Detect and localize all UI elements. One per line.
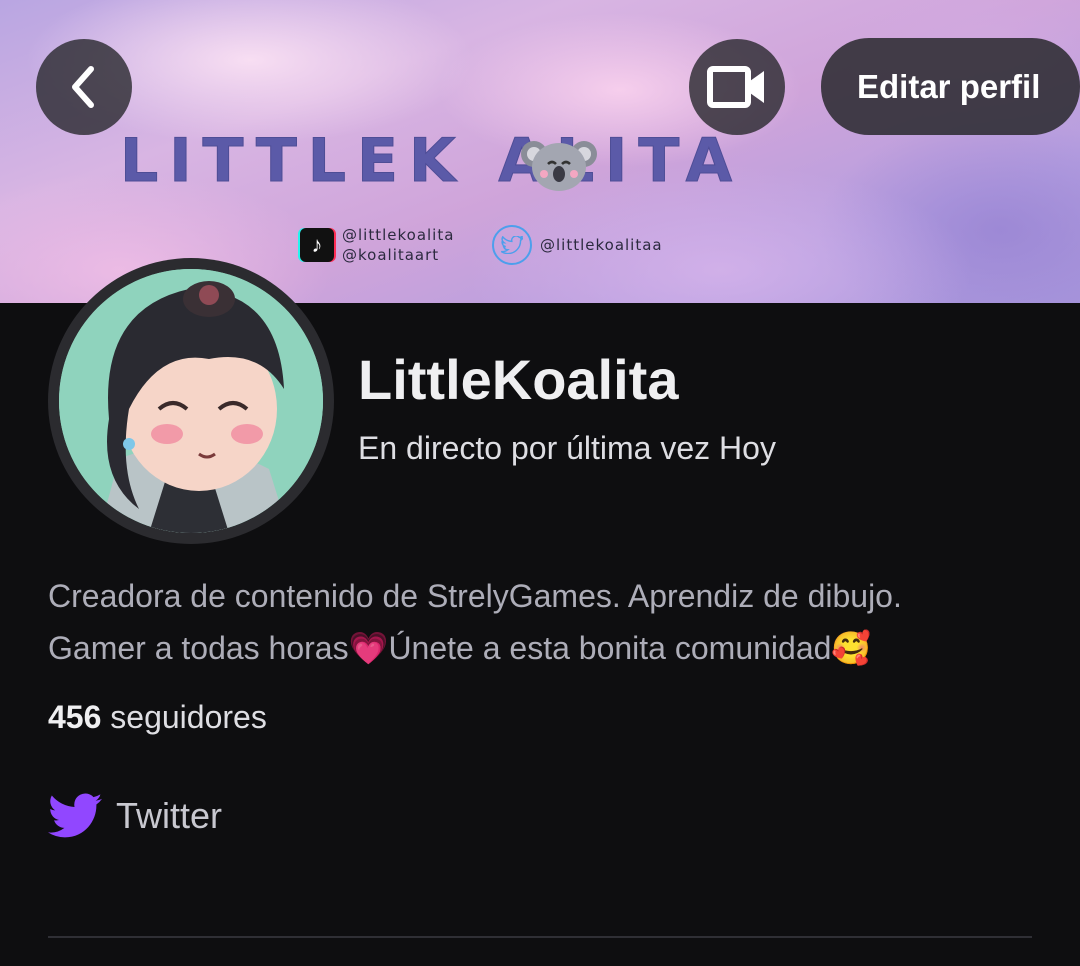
channel-bio: Creadora de contenido de StrelyGames. Ap… [48,570,1048,674]
followers-label: seguidores [110,699,267,735]
tiktok-handle-1: @littlekoalita [342,226,455,244]
bio-line-2: Gamer a todas horas💗Únete a esta bonita … [48,630,872,666]
go-live-button[interactable] [689,39,785,135]
followers-count[interactable]: 456 seguidores [48,695,267,739]
bio-line-1: Creadora de contenido de StrelyGames. Ap… [48,578,902,614]
tiktok-social: ♪ @littlekoalita @koalitaart [300,222,454,268]
back-button[interactable] [36,39,132,135]
tiktok-handle-2: @koalitaart [342,246,440,264]
video-camera-icon [707,66,764,108]
last-live-status: En directo por última vez Hoy [358,430,776,466]
koala-icon [521,141,597,191]
avatar-image [59,269,323,533]
twitter-link-label: Twitter [116,795,223,836]
section-divider [48,936,1032,938]
avatar[interactable] [48,258,334,544]
tiktok-icon: ♪ [300,228,334,262]
followers-number: 456 [48,699,102,735]
banner-title: LITTLEK ALITA [120,126,744,197]
twitter-bird-icon [48,793,102,838]
twitter-social: @littlekoalitaa [492,222,663,268]
edit-profile-button[interactable]: Editar perfil [821,38,1080,135]
twitter-handle: @littlekoalitaa [540,236,663,254]
twitter-link[interactable]: Twitter [48,786,222,846]
channel-username: LittleKoalita [358,348,679,411]
chevron-left-icon [72,66,94,108]
twitter-icon [492,225,532,265]
